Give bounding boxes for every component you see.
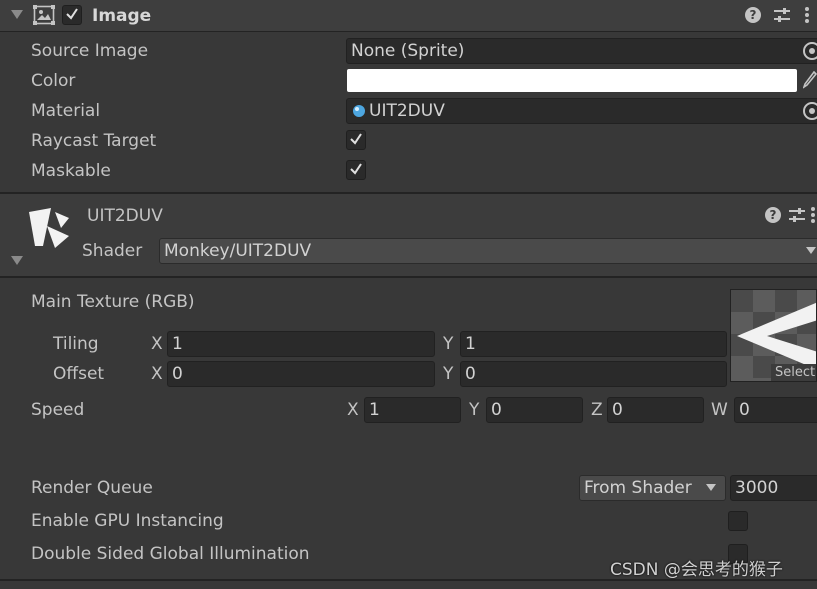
more-menu-icon[interactable] bbox=[804, 6, 810, 24]
material-sphere-icon bbox=[353, 105, 365, 117]
checkmark-icon bbox=[66, 8, 78, 20]
texture-preview[interactable]: Select bbox=[730, 289, 817, 382]
speed-label: Speed bbox=[31, 400, 85, 420]
material-field[interactable]: UIT2DUV bbox=[346, 98, 817, 124]
render-queue-value-field[interactable]: 3000 bbox=[730, 475, 817, 501]
speed-z-axis: Z bbox=[591, 400, 603, 420]
foldout-arrow-icon[interactable] bbox=[11, 256, 23, 266]
dropdown-arrow-icon bbox=[806, 247, 816, 254]
raycast-target-checkbox[interactable] bbox=[346, 130, 366, 150]
component-title: Image bbox=[92, 6, 152, 26]
maskable-checkbox[interactable] bbox=[346, 160, 366, 180]
material-label: Material bbox=[31, 101, 101, 121]
material-divider bbox=[0, 276, 817, 278]
offset-x-axis: X bbox=[151, 364, 163, 384]
material-value: UIT2DUV bbox=[369, 101, 445, 121]
help-icon[interactable]: ? bbox=[745, 7, 761, 23]
color-swatch[interactable] bbox=[347, 69, 797, 92]
offset-y-axis: Y bbox=[443, 364, 454, 384]
speed-y-axis: Y bbox=[469, 400, 480, 420]
header-divider bbox=[0, 31, 817, 32]
maskable-label: Maskable bbox=[31, 161, 111, 181]
tiling-y-axis: Y bbox=[443, 334, 454, 354]
checkmark-icon bbox=[350, 133, 362, 145]
tiling-x-field[interactable]: 1 bbox=[167, 331, 435, 357]
offset-y-field[interactable]: 0 bbox=[460, 361, 727, 387]
speed-y-field[interactable]: 0 bbox=[486, 397, 583, 423]
shader-label: Shader bbox=[82, 241, 143, 261]
material-name: UIT2DUV bbox=[87, 206, 163, 226]
presets-icon[interactable] bbox=[788, 207, 806, 223]
help-icon[interactable]: ? bbox=[765, 207, 781, 223]
render-queue-label: Render Queue bbox=[31, 478, 153, 498]
image-enabled-toggle[interactable] bbox=[62, 5, 82, 25]
double-sided-gi-label: Double Sided Global Illumination bbox=[31, 544, 310, 564]
watermark: CSDN @会思考的猴子 bbox=[610, 560, 783, 580]
main-texture-label: Main Texture (RGB) bbox=[31, 292, 195, 312]
gpu-instancing-label: Enable GPU Instancing bbox=[31, 511, 224, 531]
color-label: Color bbox=[31, 71, 76, 91]
raycast-target-label: Raycast Target bbox=[31, 131, 157, 151]
tiling-x-axis: X bbox=[151, 334, 163, 354]
checkmark-icon bbox=[350, 163, 362, 175]
shader-dropdown[interactable]: Monkey/UIT2DUV bbox=[159, 238, 817, 264]
render-queue-mode-dropdown[interactable]: From Shader bbox=[579, 475, 726, 501]
more-menu-icon[interactable] bbox=[810, 206, 816, 224]
speed-x-axis: X bbox=[347, 400, 359, 420]
unity-logo-icon bbox=[29, 208, 69, 248]
source-image-label: Source Image bbox=[31, 41, 149, 61]
dropdown-arrow-icon bbox=[706, 484, 716, 491]
offset-x-field[interactable]: 0 bbox=[167, 361, 435, 387]
material-header: UIT2DUV ? Shader Monkey/UIT2DUV bbox=[0, 194, 817, 276]
tiling-y-field[interactable]: 1 bbox=[460, 331, 727, 357]
tiling-label: Tiling bbox=[53, 334, 99, 354]
offset-label: Offset bbox=[53, 364, 105, 384]
material-picker-icon[interactable] bbox=[803, 102, 817, 120]
presets-icon[interactable] bbox=[773, 7, 791, 23]
speed-w-axis: W bbox=[711, 400, 728, 420]
image-component-icon bbox=[33, 5, 55, 25]
speed-x-field[interactable]: 1 bbox=[364, 397, 461, 423]
source-image-field[interactable]: None (Sprite) bbox=[346, 38, 817, 64]
texture-select-button[interactable]: Select bbox=[771, 364, 816, 381]
speed-z-field[interactable]: 0 bbox=[607, 397, 704, 423]
eyedropper-icon[interactable] bbox=[803, 71, 817, 89]
gpu-instancing-checkbox[interactable] bbox=[728, 511, 748, 531]
object-picker-icon[interactable] bbox=[803, 42, 817, 60]
speed-w-field[interactable]: 0 bbox=[734, 397, 817, 423]
image-component-header: Image ? bbox=[0, 0, 817, 31]
foldout-arrow-icon[interactable] bbox=[11, 10, 23, 20]
